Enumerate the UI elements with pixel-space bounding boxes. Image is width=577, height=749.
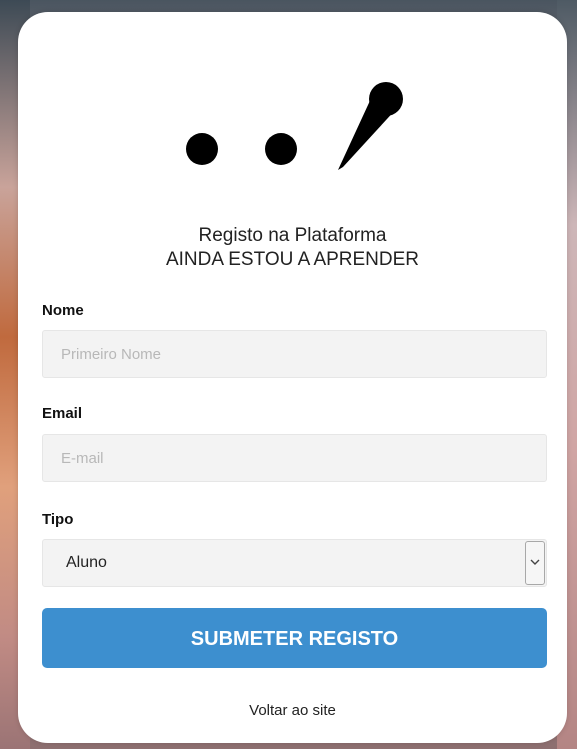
chevron-down-icon [530, 559, 540, 565]
select-arrow-button[interactable] [525, 541, 545, 585]
registration-card: Registo na Plataforma AINDA ESTOU A APRE… [18, 12, 567, 743]
back-to-site-link[interactable]: Voltar ao site [18, 702, 567, 719]
title-line-2: AINDA ESTOU A APRENDER [165, 249, 420, 270]
name-input[interactable] [42, 330, 547, 378]
logo-icon [186, 82, 403, 170]
title-line-1: Registo na Plataforma [198, 225, 387, 246]
type-label: Tipo [42, 511, 74, 528]
name-label: Nome [42, 302, 84, 319]
type-select[interactable]: Aluno [42, 539, 547, 587]
page-title: Registo na Plataforma AINDA ESTOU A APRE… [18, 224, 567, 272]
submit-button[interactable]: SUBMETER REGISTO [42, 608, 547, 668]
email-input[interactable] [42, 434, 547, 482]
email-label: Email [42, 405, 83, 422]
type-select-value: Aluno [66, 554, 107, 571]
